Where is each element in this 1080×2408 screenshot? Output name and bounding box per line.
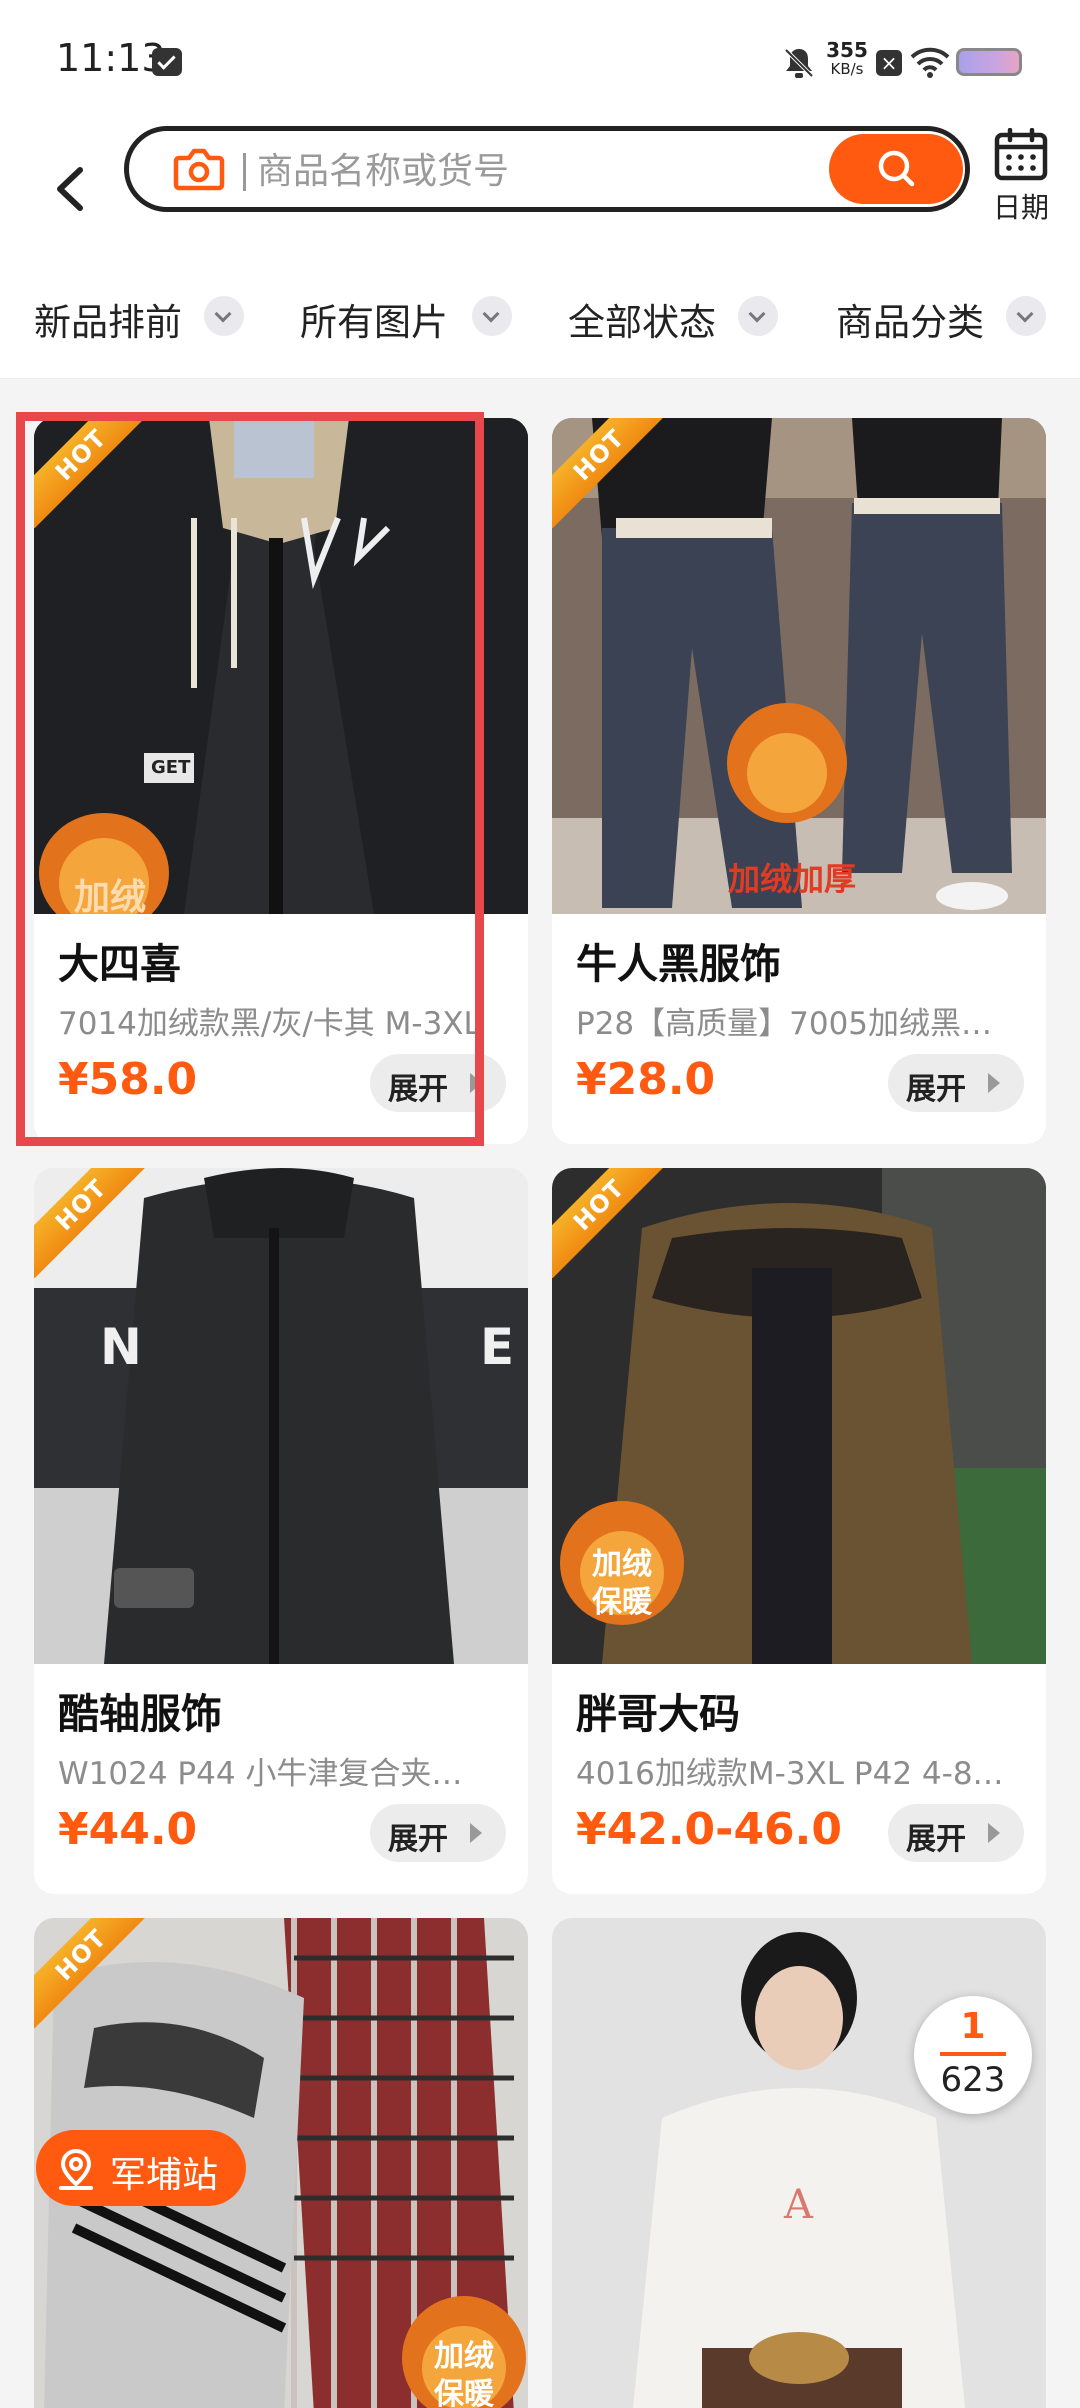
- filter-status[interactable]: 全部状态: [568, 284, 780, 346]
- product-card[interactable]: 加绒加厚 HOT 牛人黑服饰 P28【高质量】7005加绒黑… ¥28.0 展开: [552, 418, 1046, 1144]
- chevron-right-icon: [988, 1073, 1000, 1093]
- image-wall-text: E: [480, 1318, 515, 1376]
- search-header: 日期: [0, 122, 1080, 256]
- svg-text:A: A: [783, 2182, 814, 2228]
- product-price: ¥42.0-46.0: [576, 1804, 842, 1855]
- product-price: ¥44.0: [58, 1804, 198, 1855]
- image-tag-text: GET: [151, 757, 191, 778]
- product-grid: GET 加绒 HOT 大四喜 7014加绒款黑/灰/卡其 M-3XL ¥58.0…: [0, 379, 1080, 2408]
- image-flame-text: 加绒保暖: [434, 2339, 494, 2408]
- product-card[interactable]: A: [552, 1918, 1046, 2408]
- wifi-icon: [910, 47, 950, 78]
- location-label: 军埔站: [110, 2155, 219, 2196]
- calendar-icon: [994, 128, 1048, 181]
- network-speed-value: 355: [826, 38, 868, 62]
- page-current: 1: [960, 2006, 986, 2047]
- chevron-right-icon: [988, 1823, 1000, 1843]
- product-price: ¥28.0: [576, 1054, 716, 1105]
- chevron-down-icon: [204, 296, 244, 336]
- location-pin-icon: [59, 2148, 93, 2190]
- battery-icon: [956, 48, 1022, 76]
- location-button[interactable]: 军埔站: [36, 2130, 246, 2206]
- chevron-down-icon: [472, 296, 512, 336]
- status-time: 11:13: [56, 36, 166, 80]
- product-subtitle: 4016加绒款M-3XL P42 4-8…: [576, 1756, 1004, 1792]
- product-subtitle: 7014加绒款黑/灰/卡其 M-3XL: [58, 1006, 481, 1042]
- expand-button[interactable]: 展开: [888, 1054, 1024, 1112]
- chevron-right-icon: [470, 1823, 482, 1843]
- page-counter: 1 623: [914, 1996, 1032, 2114]
- network-speed-unit: KB/s: [830, 60, 864, 78]
- expand-label: 展开: [906, 1822, 966, 1857]
- search-input[interactable]: [255, 143, 639, 199]
- back-arrow-icon[interactable]: [46, 146, 96, 232]
- product-card[interactable]: N E HOT 酷轴服饰 W1024 P44 小牛津复合夹… ¥44.0 展开: [34, 1168, 528, 1894]
- search-button[interactable]: [829, 134, 963, 204]
- product-card[interactable]: GET 加绒 HOT 大四喜 7014加绒款黑/灰/卡其 M-3XL ¥58.0…: [34, 418, 528, 1144]
- page-divider: [940, 2052, 1006, 2056]
- filter-bar: 新品排前 所有图片 全部状态 商品分类: [0, 256, 1080, 379]
- product-image: N E: [34, 1168, 528, 1664]
- expand-button[interactable]: 展开: [370, 1054, 506, 1112]
- product-title: 大四喜: [58, 940, 181, 988]
- search-caret: [243, 153, 246, 191]
- filter-label: 商品分类: [836, 301, 984, 344]
- filter-label: 全部状态: [568, 301, 716, 344]
- date-button[interactable]: 日期: [988, 126, 1054, 226]
- filter-label: 所有图片: [300, 301, 448, 344]
- product-title: 牛人黑服饰: [576, 940, 781, 988]
- page-total: 623: [940, 2060, 1006, 2100]
- product-image: 加绒保暖: [552, 1168, 1046, 1664]
- bell-off-icon: [784, 48, 814, 78]
- expand-label: 展开: [906, 1072, 966, 1107]
- filter-category[interactable]: 商品分类: [836, 284, 1048, 346]
- expand-label: 展开: [388, 1822, 448, 1857]
- product-image: 加绒加厚: [552, 418, 1046, 914]
- message-icon: [152, 48, 182, 76]
- search-icon: [878, 150, 915, 187]
- expand-label: 展开: [388, 1072, 448, 1107]
- image-flame-text: 加绒加厚: [728, 860, 857, 898]
- image-wall-text: N: [100, 1318, 142, 1376]
- date-label: 日期: [992, 191, 1049, 224]
- chevron-right-icon: [470, 1073, 482, 1093]
- product-subtitle: P28【高质量】7005加绒黑…: [576, 1006, 993, 1042]
- expand-button[interactable]: 展开: [888, 1804, 1024, 1862]
- search-bar: [124, 126, 970, 212]
- network-speed: 355 KB/s: [822, 40, 872, 77]
- image-flame-text: 加绒: [74, 877, 147, 914]
- close-box-icon: ×: [876, 50, 902, 76]
- filter-label: 新品排前: [34, 301, 182, 344]
- product-image: A: [552, 1918, 1046, 2408]
- status-bar: 11:13 355 KB/s ×: [0, 0, 1080, 122]
- product-subtitle: W1024 P44 小牛津复合夹…: [58, 1756, 463, 1792]
- product-title: 胖哥大码: [576, 1690, 740, 1738]
- product-title: 酷轴服饰: [58, 1690, 222, 1738]
- image-flame-text: 加绒保暖: [592, 1547, 652, 1620]
- product-image: GET 加绒: [34, 418, 528, 914]
- filter-sort[interactable]: 新品排前: [34, 284, 246, 346]
- expand-button[interactable]: 展开: [370, 1804, 506, 1862]
- chevron-down-icon: [1006, 296, 1046, 336]
- product-card[interactable]: 加绒保暖 HOT 胖哥大码 4016加绒款M-3XL P42 4-8… ¥42.…: [552, 1168, 1046, 1894]
- camera-icon[interactable]: [173, 144, 225, 194]
- product-price: ¥58.0: [58, 1054, 198, 1105]
- filter-images[interactable]: 所有图片: [300, 284, 512, 346]
- chevron-down-icon: [738, 296, 778, 336]
